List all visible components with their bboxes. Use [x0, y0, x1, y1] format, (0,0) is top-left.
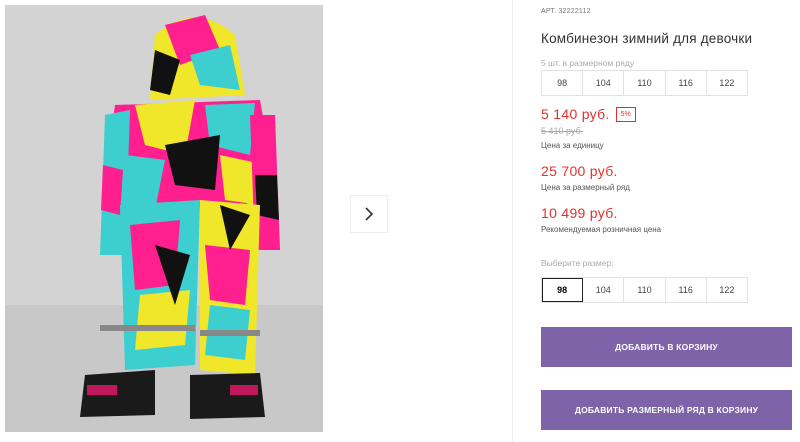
- range-size: 110: [624, 71, 666, 95]
- unit-price: 5 140 руб.: [541, 106, 610, 122]
- unit-price-row: 5 140 руб. 5%: [541, 106, 636, 122]
- size-option-116[interactable]: 116: [666, 278, 707, 302]
- retail-price-note: Рекомендуемая розничная цена: [541, 225, 662, 234]
- article-value: 32222112: [558, 8, 591, 15]
- range-sizes: 98 104 110 116 122: [541, 70, 748, 96]
- add-range-to-cart-button[interactable]: ДОБАВИТЬ РАЗМЕРНЫЙ РЯД В КОРЗИНУ: [541, 390, 792, 430]
- next-image-button[interactable]: [350, 195, 388, 233]
- divider: [512, 0, 513, 442]
- product-gallery: [0, 0, 512, 442]
- range-size: 116: [666, 71, 707, 95]
- old-price: 5 410 руб.: [541, 126, 584, 136]
- unit-price-note: Цена за единицу: [541, 141, 604, 150]
- range-size: 98: [542, 71, 584, 95]
- product-title: Комбинезон зимний для девочки: [541, 31, 753, 46]
- add-to-cart-button[interactable]: ДОБАВИТЬ В КОРЗИНУ: [541, 327, 792, 367]
- size-picker-label: Выберите размер:: [541, 258, 614, 268]
- range-size: 122: [719, 78, 735, 88]
- product-photo: [5, 5, 323, 432]
- size-option-104[interactable]: 104: [583, 278, 625, 302]
- article-label: АРТ.: [541, 8, 557, 15]
- range-price-note: Цена за размерный ряд: [541, 183, 630, 192]
- product-photo-illustration: [5, 5, 323, 432]
- chevron-right-icon: [365, 207, 374, 221]
- range-price: 25 700 руб.: [541, 163, 618, 179]
- discount-badge: 5%: [615, 106, 636, 122]
- article-number: АРТ. 32222112: [541, 8, 591, 15]
- size-option-122[interactable]: 122: [707, 278, 747, 302]
- range-count-label: 5 шт. в размерном ряду: [541, 58, 635, 68]
- retail-price: 10 499 руб.: [541, 205, 618, 221]
- size-picker: 98 104 110 116 122: [541, 277, 748, 303]
- size-option-110[interactable]: 110: [624, 278, 666, 302]
- size-option-98[interactable]: 98: [542, 278, 584, 302]
- range-size: 104: [583, 71, 625, 95]
